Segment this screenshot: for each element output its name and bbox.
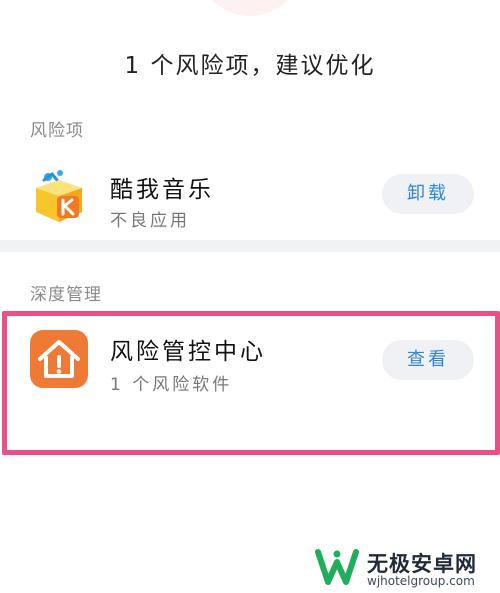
- watermark-url: wjhotelgroup.com: [367, 574, 475, 588]
- scan-summary: 1 个风险项，建议优化: [124, 53, 376, 79]
- kuwo-music-app-icon: [30, 166, 88, 224]
- uninstall-button[interactable]: 卸载: [382, 174, 474, 214]
- site-watermark: 无极安卓网 wjhotelgroup.com: [315, 546, 495, 590]
- score-circle-edge: [198, 0, 302, 16]
- section-label-risk: 风险项: [30, 121, 84, 141]
- watermark-logo-icon: [315, 546, 359, 588]
- security-scan-page: 1 个风险项，建议优化 风险项 酷我音乐 不良应用 卸载 深度管理 风险管控中心…: [0, 0, 500, 593]
- app-description: 不良应用: [110, 211, 190, 231]
- section-label-deep-management: 深度管理: [30, 285, 102, 305]
- list-item-kuwo-music[interactable]: 酷我音乐 不良应用 卸载: [0, 160, 500, 236]
- app-name: 酷我音乐: [110, 177, 214, 203]
- highlight-annotation-box: [2, 311, 500, 455]
- section-divider: [0, 240, 500, 252]
